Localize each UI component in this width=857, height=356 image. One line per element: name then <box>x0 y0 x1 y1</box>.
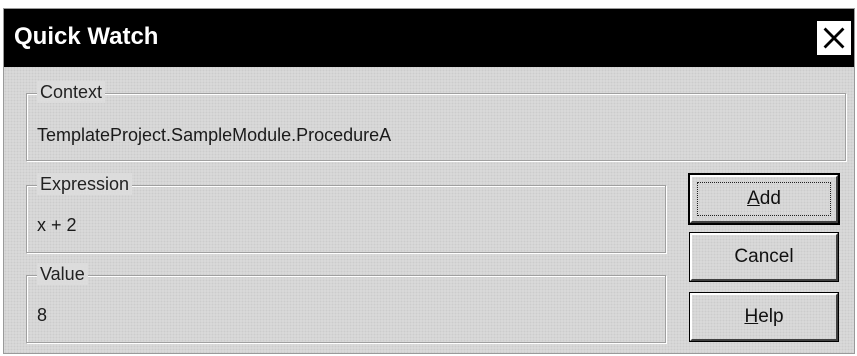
context-label: Context <box>37 81 106 103</box>
cancel-button-label: Cancel <box>734 246 794 267</box>
add-button[interactable]: Add <box>688 173 840 225</box>
quick-watch-dialog: Quick Watch Context TemplateProject.Samp… <box>3 8 855 354</box>
close-button[interactable] <box>816 20 852 56</box>
expression-label: Expression <box>37 173 133 195</box>
window-title: Quick Watch <box>14 23 159 50</box>
focus-rectangle <box>697 182 831 216</box>
value-value: 8 <box>37 305 48 325</box>
close-icon <box>823 27 845 49</box>
context-value: TemplateProject.SampleModule.ProcedureA <box>37 125 392 145</box>
cancel-button[interactable]: Cancel <box>689 232 839 282</box>
context-group: Context TemplateProject.SampleModule.Pro… <box>26 81 846 161</box>
title-bar[interactable]: Quick Watch <box>4 9 854 67</box>
expression-group: Expression x + 2 <box>26 173 666 253</box>
value-label: Value <box>37 263 88 285</box>
help-button-label-rest: elp <box>758 306 784 327</box>
value-group: Value 8 <box>26 263 666 343</box>
help-button[interactable]: Help <box>689 292 839 342</box>
expression-value: x + 2 <box>37 215 77 235</box>
help-button-mnemonic: H <box>744 306 759 327</box>
